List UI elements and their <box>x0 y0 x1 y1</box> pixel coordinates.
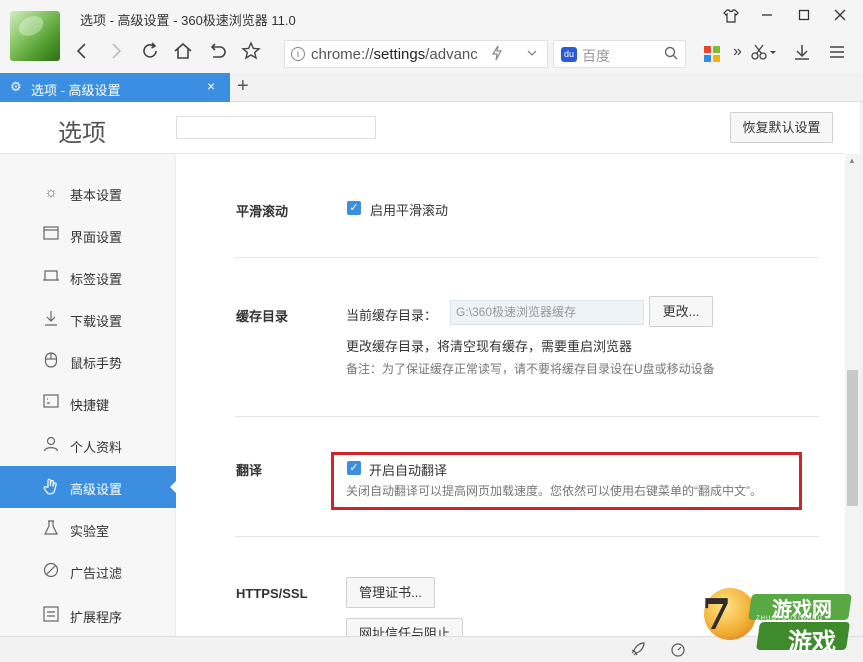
flask-icon <box>42 520 60 538</box>
sidebar-item-advanced[interactable]: 高级设置 <box>0 466 177 508</box>
tab-icon <box>42 268 60 286</box>
sidebar-item-download[interactable]: 下载设置 <box>0 298 176 340</box>
screenshot-scissors-icon[interactable] <box>750 43 776 66</box>
rocket-icon[interactable] <box>630 641 646 660</box>
site-trust-button[interactable]: 网址信任与阻止 <box>346 618 463 636</box>
settings-search-input[interactable] <box>176 116 376 139</box>
settings-sidebar: ☼ 基本设置 界面设置 标签设置 下载设置 鼠标手势 快捷键 个人资料 高级设置… <box>0 154 177 636</box>
sidebar-item-label: 基本设置 <box>70 188 123 203</box>
divider <box>235 536 819 537</box>
settings-content: 平滑滚动 ✓ 启用平滑滚动 缓存目录 当前缓存目录： G:\360极速浏览器缓存… <box>177 154 845 636</box>
change-cache-button[interactable]: 更改... <box>649 296 713 327</box>
sidebar-item-label: 广告过滤 <box>70 566 123 581</box>
cache-path-field[interactable]: G:\360极速浏览器缓存 <box>450 300 644 325</box>
forward-icon[interactable] <box>104 41 128 65</box>
address-url[interactable]: chrome://settings/advanc <box>311 46 481 63</box>
smooth-scroll-checkbox[interactable]: ✓ <box>347 201 361 215</box>
sidebar-item-label: 界面设置 <box>70 230 123 245</box>
cache-note: 更改缓存目录，将清空现有缓存，需要重启浏览器 <box>346 339 633 354</box>
window-title: 选项 - 高级设置 - 360极速浏览器 11.0 <box>80 13 296 28</box>
sidebar-item-lab[interactable]: 实验室 <box>0 508 176 550</box>
site-watermark: 7 游戏网 ZHUOYOUXIWANG 游戏 <box>684 580 859 658</box>
content-scrollbar[interactable]: ▲ <box>845 154 860 636</box>
watermark-text: 游戏 <box>788 629 836 656</box>
block-icon <box>42 562 60 580</box>
refresh-icon[interactable] <box>138 41 162 65</box>
undo-close-icon[interactable] <box>205 41 229 65</box>
manage-certificates-button[interactable]: 管理证书... <box>346 577 435 608</box>
sidebar-item-label: 扩展程序 <box>70 610 123 625</box>
tab-strip: ⚙ 选项 - 高级设置 × + <box>0 73 863 102</box>
sidebar-item-label: 高级设置 <box>70 482 123 497</box>
mouse-icon <box>42 352 60 370</box>
scroll-up-icon[interactable]: ▲ <box>848 156 856 165</box>
sidebar-item-profile[interactable]: 个人资料 <box>0 424 176 466</box>
sidebar-item-adblock[interactable]: 广告过滤 <box>0 550 176 592</box>
skin-icon[interactable] <box>720 8 742 28</box>
download-manager-icon[interactable] <box>793 43 811 66</box>
person-icon <box>42 436 60 454</box>
page-title: 选项 <box>58 119 106 147</box>
restore-defaults-button[interactable]: 恢复默认设置 <box>730 112 833 143</box>
browser-logo <box>10 11 60 61</box>
settings-page: 选项 恢复默认设置 ☼ 基本设置 界面设置 标签设置 下载设置 鼠标手势 快捷键 <box>0 102 860 636</box>
section-label-translate: 翻译 <box>236 463 263 478</box>
browser-titlebar: 选项 - 高级设置 - 360极速浏览器 11.0 i chrome://set… <box>0 0 863 73</box>
address-bar[interactable]: i chrome://settings/advanc <box>284 40 548 68</box>
maximize-button[interactable] <box>793 8 815 28</box>
baidu-icon[interactable]: du <box>561 47 577 62</box>
favorite-star-icon[interactable] <box>239 41 263 65</box>
divider <box>235 416 819 417</box>
section-label-smooth-scroll: 平滑滚动 <box>236 204 289 219</box>
close-window-button[interactable] <box>829 8 851 28</box>
sidebar-item-extensions[interactable]: 扩展程序 <box>0 594 176 636</box>
settings-header: 选项 恢复默认设置 <box>0 102 845 154</box>
keyboard-icon <box>42 394 60 412</box>
auto-translate-checkbox[interactable]: ✓ <box>347 461 361 475</box>
scrollbar-thumb[interactable] <box>847 370 858 506</box>
sidebar-item-label: 鼠标手势 <box>70 356 123 371</box>
sidebar-item-label: 快捷键 <box>70 398 110 413</box>
auto-translate-label[interactable]: 开启自动翻译 <box>369 460 447 479</box>
section-label-https: HTTPS/SSL <box>236 586 308 601</box>
apps-icon[interactable] <box>704 46 720 62</box>
site-info-icon[interactable]: i <box>291 47 305 61</box>
home-icon[interactable] <box>171 41 195 65</box>
divider <box>235 257 819 258</box>
sidebar-item-label: 实验室 <box>70 524 110 539</box>
search-box[interactable]: du 百度 <box>553 40 686 68</box>
tab-label: 选项 - 高级设置 <box>31 83 121 98</box>
sidebar-item-basic[interactable]: ☼ 基本设置 <box>0 172 176 214</box>
hand-icon <box>42 478 60 496</box>
window-icon <box>42 226 60 244</box>
back-icon[interactable] <box>70 41 94 65</box>
cache-current-label: 当前缓存目录： <box>346 308 438 323</box>
tab-settings[interactable]: ⚙ 选项 - 高级设置 × <box>0 73 230 102</box>
sidebar-item-mouse-gesture[interactable]: 鼠标手势 <box>0 340 176 382</box>
auto-translate-description: 关闭自动翻译可以提高网页加载速度。您依然可以使用右键菜单的“翻成中文”。 <box>346 484 762 498</box>
download-icon <box>42 310 60 328</box>
cache-remark: 备注：为了保证缓存正常读写，请不要将缓存目录设在U盘或移动设备 <box>346 362 715 376</box>
sidebar-item-label: 标签设置 <box>70 272 123 287</box>
gear-icon: ⚙ <box>10 79 22 94</box>
address-dropdown-icon[interactable] <box>525 44 539 65</box>
search-engine-label: 百度 <box>582 48 610 64</box>
new-tab-button[interactable]: + <box>237 75 249 98</box>
smooth-scroll-label[interactable]: 启用平滑滚动 <box>370 200 448 219</box>
watermark-logo: 7 <box>702 590 732 639</box>
speed-mode-icon[interactable] <box>491 45 503 64</box>
sidebar-item-tabs[interactable]: 标签设置 <box>0 256 176 298</box>
sidebar-item-interface[interactable]: 界面设置 <box>0 214 176 256</box>
main-menu-icon[interactable] <box>828 43 846 66</box>
sidebar-item-shortcuts[interactable]: 快捷键 <box>0 382 176 424</box>
sidebar-item-label: 下载设置 <box>70 314 123 329</box>
search-icon[interactable] <box>663 45 679 65</box>
extension-icon <box>42 606 60 624</box>
more-extensions-icon[interactable]: » <box>733 43 742 61</box>
sidebar-item-label: 个人资料 <box>70 440 123 455</box>
section-label-cache: 缓存目录 <box>236 309 289 324</box>
close-tab-icon[interactable]: × <box>207 78 215 94</box>
sun-icon: ☼ <box>44 184 58 201</box>
minimize-button[interactable] <box>756 8 778 28</box>
